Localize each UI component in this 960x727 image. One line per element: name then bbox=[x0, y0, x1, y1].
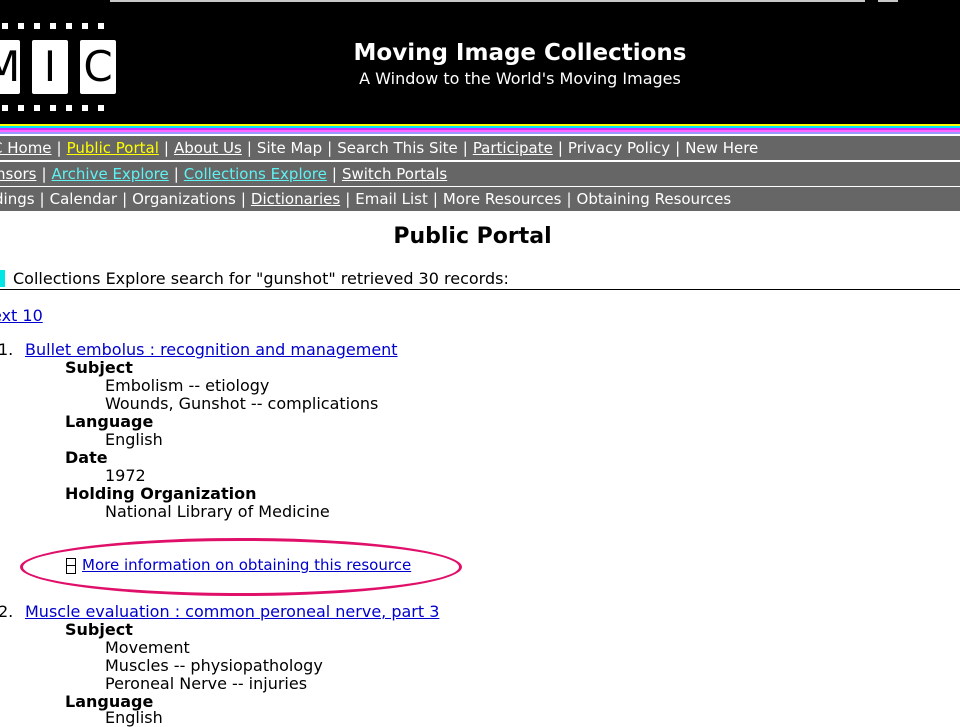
page-title: Public Portal bbox=[393, 224, 552, 249]
next-10-link[interactable]: ext 10 bbox=[0, 306, 43, 325]
subject-value: Wounds, Gunshot -- complications bbox=[105, 394, 379, 413]
nav-link-public-portal[interactable]: Public Portal bbox=[67, 139, 159, 157]
nav-row-resources: dings|Calendar|Organizations|Dictionarie… bbox=[0, 187, 960, 211]
nav-link-email-list[interactable]: Email List bbox=[355, 190, 428, 208]
subject-value: Muscles -- physiopathology bbox=[105, 656, 323, 675]
language-value: English bbox=[105, 430, 163, 449]
site-header: M I C Moving Image Collections A Window … bbox=[0, 3, 960, 124]
nav-link-archive-explore[interactable]: Archive Explore bbox=[52, 165, 169, 183]
nav-link-organizations[interactable]: Organizations bbox=[132, 190, 236, 208]
holding-organization-value: National Library of Medicine bbox=[105, 502, 330, 521]
nav-link-obtaining-resources[interactable]: Obtaining Resources bbox=[577, 190, 732, 208]
nav-row-explore: nsors | Archive Explore | Collections Explor… bbox=[0, 162, 960, 186]
browser-button[interactable] bbox=[878, 0, 898, 2]
nav-link-sponsors[interactable]: nsors bbox=[0, 165, 36, 183]
field-label-language: Language bbox=[65, 412, 154, 431]
field-label-subject: Subject bbox=[65, 358, 133, 377]
nav-row-main: C Home|Public Portal|About Us|Site Map|S… bbox=[0, 136, 960, 160]
film-strip-top bbox=[0, 21, 122, 31]
record-number: 1. bbox=[0, 340, 14, 359]
nav-link-collections-explore[interactable]: Collections Explore bbox=[184, 165, 327, 183]
subject-value: Movement bbox=[105, 638, 190, 657]
nav-link-privacy-policy[interactable]: Privacy Policy bbox=[568, 139, 670, 157]
summary-marker bbox=[0, 270, 5, 287]
nav-link-search-site[interactable]: Search This Site bbox=[337, 139, 458, 157]
field-label-holding-organization: Holding Organization bbox=[65, 484, 257, 503]
film-strip-bottom bbox=[0, 103, 122, 113]
field-label-subject: Subject bbox=[65, 620, 133, 639]
nav-link-dictionaries[interactable]: Dictionaries bbox=[251, 190, 340, 208]
nav-link-about-us[interactable]: About Us bbox=[174, 139, 242, 157]
browser-scrollbar[interactable] bbox=[110, 0, 865, 2]
subject-value: Embolism -- etiology bbox=[105, 376, 270, 395]
nav-link-calendar[interactable]: Calendar bbox=[50, 190, 117, 208]
mic-logo[interactable]: M I C bbox=[0, 21, 122, 113]
more-info-link[interactable]: More information on obtaining this resou… bbox=[82, 556, 411, 574]
more-info-row: More information on obtaining this resou… bbox=[66, 556, 411, 574]
site-title: Moving Image Collections bbox=[353, 40, 687, 66]
nav-link-new-here[interactable]: New Here bbox=[685, 139, 758, 157]
field-label-date: Date bbox=[65, 448, 108, 467]
nav-link-site-map[interactable]: Site Map bbox=[257, 139, 322, 157]
search-summary: Collections Explore search for "gunshot"… bbox=[13, 269, 509, 288]
nav-link-readings[interactable]: dings bbox=[0, 190, 35, 208]
record-title-link[interactable]: Muscle evaluation : common peroneal nerv… bbox=[25, 602, 439, 621]
record-title-link[interactable]: Bullet embolus : recognition and managem… bbox=[25, 340, 398, 359]
rainbow-stripes bbox=[0, 124, 960, 135]
nav-link-mic-home[interactable]: C Home bbox=[0, 139, 52, 157]
nav-link-switch-portals[interactable]: Switch Portals bbox=[342, 165, 447, 183]
nav-link-more-resources[interactable]: More Resources bbox=[443, 190, 562, 208]
search-summary-bar: Collections Explore search for "gunshot"… bbox=[0, 269, 960, 290]
logo-letter: C bbox=[80, 40, 116, 94]
record-number: 2. bbox=[0, 602, 14, 621]
subject-value: Peroneal Nerve -- injuries bbox=[105, 674, 308, 693]
logo-letter: I bbox=[32, 40, 68, 94]
site-subtitle: A Window to the World's Moving Images bbox=[359, 69, 681, 88]
resource-info-icon[interactable] bbox=[66, 557, 76, 574]
date-value: 1972 bbox=[105, 466, 146, 485]
logo-letter: M bbox=[0, 40, 20, 94]
nav-link-participate[interactable]: Participate bbox=[473, 139, 553, 157]
language-value: English bbox=[105, 708, 163, 727]
